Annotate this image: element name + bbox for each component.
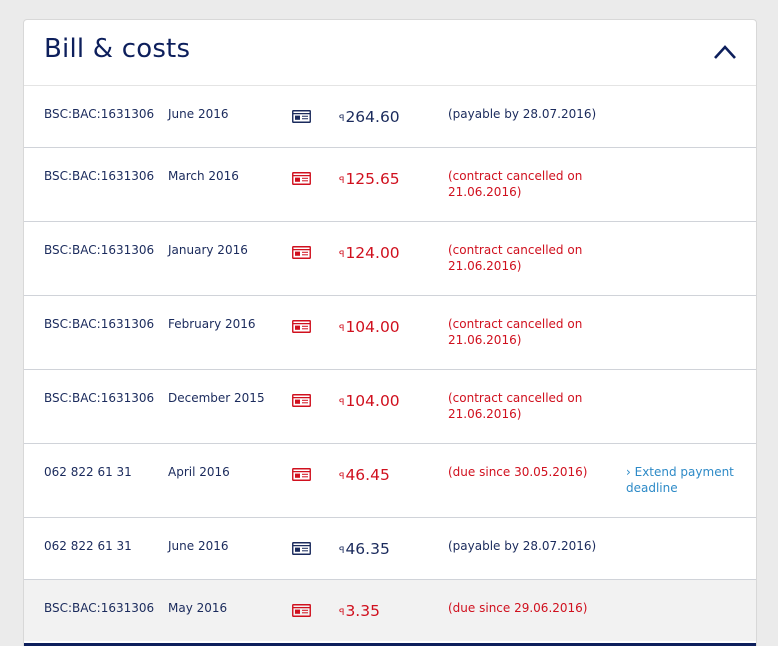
bill-row[interactable]: BSC:BAC:1631306 June 2016 ꟼ264.60 (payable … bbox=[24, 86, 756, 148]
currency-symbol: ꟼ bbox=[339, 176, 345, 186]
bill-reference: BSC:BAC:1631306 bbox=[44, 169, 155, 183]
extend-payment-deadline-label: Extend payment deadline bbox=[626, 465, 734, 495]
bill-reference: 062 822 61 31 bbox=[44, 465, 132, 479]
bill-amount-value: 264.60 bbox=[345, 108, 400, 126]
currency-symbol: ꟼ bbox=[339, 398, 345, 408]
invoice-icon[interactable] bbox=[292, 468, 311, 481]
bills-panel: Bill & costs BSC:BAC:1631306 June 2016 ꟼ26… bbox=[23, 19, 757, 646]
bill-row[interactable]: BSC:BAC:1631306 May 2016 ꟼ3.35 (due since 2… bbox=[24, 580, 756, 641]
bill-amount-value: 125.65 bbox=[345, 170, 400, 188]
bill-period: January 2016 bbox=[168, 243, 248, 257]
bill-amount: ꟼ124.00 bbox=[339, 244, 400, 264]
bill-status-note: (due since 30.05.2016) bbox=[448, 465, 588, 479]
bill-status-note: (contract cancelled on 21.06.2016) bbox=[448, 169, 583, 199]
bill-reference: 062 822 61 31 bbox=[44, 539, 132, 553]
bill-status-note: (payable by 28.07.2016) bbox=[448, 539, 597, 553]
bill-row[interactable]: BSC:BAC:1631306 March 2016 ꟼ125.65 (contrac… bbox=[24, 148, 756, 222]
bill-amount: ꟼ104.00 bbox=[339, 318, 400, 338]
bill-reference: BSC:BAC:1631306 bbox=[44, 317, 155, 331]
panel-title: Bill & costs bbox=[44, 34, 191, 64]
currency-symbol: ꟼ bbox=[339, 250, 345, 260]
bill-amount-value: 3.35 bbox=[345, 602, 380, 620]
bill-reference: BSC:BAC:1631306 bbox=[44, 601, 155, 615]
currency-symbol: ꟼ bbox=[339, 114, 345, 124]
bill-amount: ꟼ125.65 bbox=[339, 170, 400, 190]
currency-symbol: ꟼ bbox=[339, 608, 345, 618]
invoice-icon[interactable] bbox=[292, 542, 311, 555]
bill-period: June 2016 bbox=[168, 539, 229, 553]
invoice-icon[interactable] bbox=[292, 110, 311, 123]
bill-amount-value: 46.45 bbox=[345, 466, 390, 484]
bill-amount-value: 124.00 bbox=[345, 244, 400, 262]
bill-row[interactable]: BSC:BAC:1631306 February 2016 ꟼ104.00 (cont… bbox=[24, 296, 756, 370]
chevron-right-icon: › bbox=[626, 465, 635, 479]
bill-amount: ꟼ46.35 bbox=[339, 540, 390, 560]
bill-status-note: (due since 29.06.2016) bbox=[448, 601, 588, 615]
bill-row[interactable]: BSC:BAC:1631306 January 2016 ꟼ124.00 (contr… bbox=[24, 222, 756, 296]
bill-row[interactable]: BSC:BAC:1631306 December 2015 ꟼ104.00 (cont… bbox=[24, 370, 756, 444]
bill-row[interactable]: 062 822 61 31 June 2016 ꟼ46.35 (payable by … bbox=[24, 518, 756, 580]
bill-status-note: (contract cancelled on 21.06.2016) bbox=[448, 391, 583, 421]
bill-period: March 2016 bbox=[168, 169, 239, 183]
panel-header[interactable]: Bill & costs bbox=[24, 20, 756, 86]
bill-amount-value: 46.35 bbox=[345, 540, 390, 558]
extend-payment-deadline-link[interactable]: › Extend payment deadline bbox=[626, 464, 746, 496]
bill-reference: BSC:BAC:1631306 bbox=[44, 107, 155, 121]
invoice-icon[interactable] bbox=[292, 394, 311, 407]
bill-status-note: (contract cancelled on 21.06.2016) bbox=[448, 317, 583, 347]
bill-reference: BSC:BAC:1631306 bbox=[44, 243, 155, 257]
bill-amount: ꟼ46.45 bbox=[339, 466, 390, 486]
bill-amount: ꟼ104.00 bbox=[339, 392, 400, 412]
bill-amount-value: 104.00 bbox=[345, 318, 400, 336]
bill-amount-value: 104.00 bbox=[345, 392, 400, 410]
bill-period: December 2015 bbox=[168, 391, 265, 405]
bill-amount: ꟼ3.35 bbox=[339, 602, 380, 622]
bills-list: BSC:BAC:1631306 June 2016 ꟼ264.60 (payable … bbox=[24, 86, 756, 641]
invoice-icon[interactable] bbox=[292, 246, 311, 259]
bill-amount: ꟼ264.60 bbox=[339, 108, 400, 128]
bill-period: April 2016 bbox=[168, 465, 230, 479]
bill-period: June 2016 bbox=[168, 107, 229, 121]
collapse-chevron-icon[interactable] bbox=[712, 42, 738, 62]
currency-symbol: ꟼ bbox=[339, 472, 345, 482]
bill-period: February 2016 bbox=[168, 317, 256, 331]
currency-symbol: ꟼ bbox=[339, 324, 345, 334]
invoice-icon[interactable] bbox=[292, 604, 311, 617]
bill-status-note: (payable by 28.07.2016) bbox=[448, 107, 597, 121]
invoice-icon[interactable] bbox=[292, 320, 311, 333]
bill-status-note: (contract cancelled on 21.06.2016) bbox=[448, 243, 583, 273]
bill-period: May 2016 bbox=[168, 601, 228, 615]
currency-symbol: ꟼ bbox=[339, 546, 345, 556]
bill-reference: BSC:BAC:1631306 bbox=[44, 391, 155, 405]
invoice-icon[interactable] bbox=[292, 172, 311, 185]
bill-row[interactable]: 062 822 61 31 April 2016 ꟼ46.45 (due since … bbox=[24, 444, 756, 518]
